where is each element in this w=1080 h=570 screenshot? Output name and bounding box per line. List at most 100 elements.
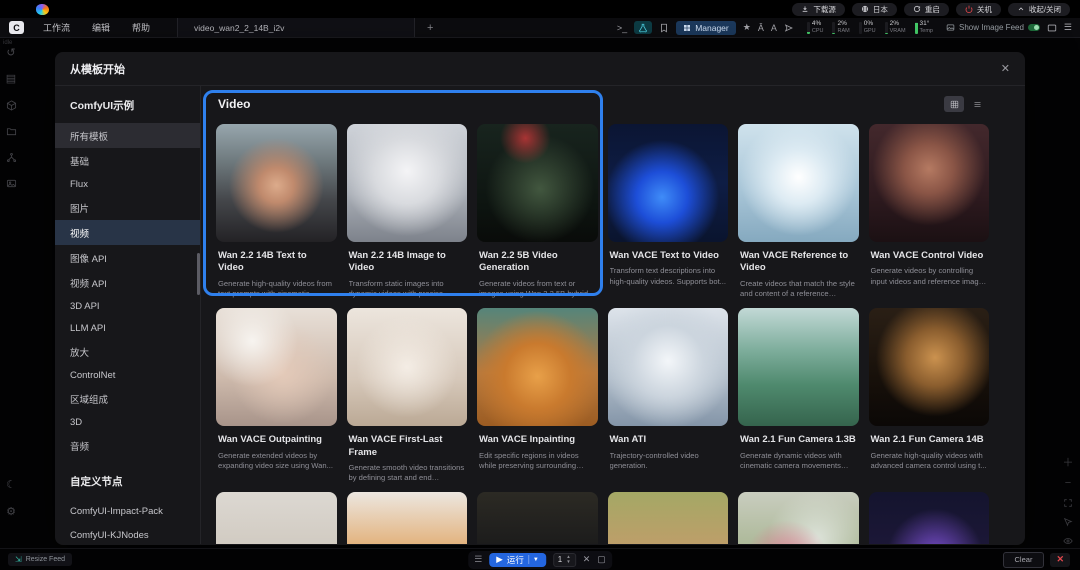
sidebar-category-item[interactable]: 图像 API (55, 245, 200, 270)
batch-count-value: 1 (557, 555, 563, 564)
template-thumbnail[interactable] (346, 492, 467, 544)
sidebar-category-item[interactable]: ComfyUI-KJNodes (55, 523, 200, 545)
template-thumbnail[interactable] (607, 124, 728, 242)
template-thumbnail[interactable] (477, 492, 598, 544)
show-image-feed-toggle[interactable]: Show Image Feed (946, 23, 1040, 32)
cancel-run-icon[interactable]: ✕ (583, 554, 591, 565)
sidebar-category-item[interactable]: ComfyUI-Impact-Pack (55, 499, 200, 523)
sidebar-category-item[interactable]: 所有模板 (55, 123, 200, 148)
template-card[interactable]: Wan VACE Inpainting Edit specific region… (477, 308, 598, 483)
template-thumbnail[interactable] (346, 124, 467, 242)
run-dropdown-icon[interactable]: ▼ (533, 557, 539, 563)
restart-button[interactable]: 重启 (903, 2, 949, 16)
run-button[interactable]: ▶ 运行 ▼ (489, 552, 546, 567)
comfyui-logo-button[interactable]: C (9, 21, 24, 34)
stop-icon[interactable]: ▢ (597, 554, 606, 565)
sidebar-category-item[interactable]: Flux (55, 173, 200, 195)
collapse-close-button[interactable]: 收起/关闭 (1007, 2, 1070, 16)
batch-count-stepper[interactable]: 1 ▲ ▼ (552, 552, 576, 567)
template-card[interactable] (477, 492, 598, 544)
template-thumbnail[interactable] (477, 308, 598, 427)
menu-help[interactable]: 帮助 (121, 21, 161, 34)
template-title: Wan ATI (609, 434, 647, 446)
template-card[interactable]: Wan 2.2 5B Video Generation Generate vid… (477, 124, 598, 299)
list-view-button[interactable] (967, 96, 987, 112)
template-card[interactable]: Wan VACE Outpainting Generate extended v… (216, 308, 337, 483)
template-description: Generate videos from text or images usin… (479, 278, 595, 298)
template-card[interactable] (216, 492, 337, 544)
sidebar-scrollbar[interactable] (197, 253, 200, 295)
template-thumbnail[interactable] (216, 124, 337, 242)
sidebar-section-header: ComfyUI示例 (70, 100, 135, 112)
template-thumbnail[interactable] (738, 308, 859, 427)
sidebar-category-item[interactable]: 视频 (55, 220, 200, 245)
queue-menu-icon[interactable]: ☰ (474, 554, 482, 565)
template-thumbnail[interactable] (868, 124, 989, 242)
share-icon[interactable] (784, 23, 794, 33)
hamburger-menu-icon[interactable]: ☰ (1064, 22, 1072, 33)
template-card[interactable]: Wan 2.1 Fun Camera 1.3B Generate dynamic… (738, 308, 859, 483)
terminal-icon[interactable]: >_ (617, 23, 627, 33)
download-source-label: 下载源 (813, 4, 836, 14)
collapse-close-label: 收起/关闭 (1028, 4, 1061, 14)
template-thumbnail[interactable] (346, 308, 467, 427)
top-bar-actions: 下载源 日本 重启 关机 收起/关闭 (792, 2, 1080, 16)
template-card[interactable]: Wan 2.2 14B Image to Video Transform sta… (346, 124, 467, 299)
menu-workflow[interactable]: 工作流 (32, 21, 81, 34)
panel-icon[interactable] (1047, 23, 1057, 33)
image-feed-switch[interactable] (1027, 24, 1040, 31)
stepper-arrows-icon[interactable]: ▲ ▼ (566, 554, 570, 565)
template-card[interactable]: Wan VACE Text to Video Transform text de… (607, 124, 728, 299)
sidebar-category-item[interactable]: 3D (55, 411, 200, 433)
grid-view-button[interactable] (944, 96, 964, 112)
language-japan-button[interactable]: 日本 (851, 2, 897, 16)
sidebar-category-item[interactable]: 3D API (55, 295, 200, 317)
template-thumbnail[interactable] (216, 492, 337, 544)
template-thumbnail[interactable] (477, 124, 598, 242)
shutdown-button[interactable]: 关机 (955, 2, 1001, 16)
font-a-icon[interactable]: Â (758, 23, 764, 33)
sidebar-category-item[interactable]: 基础 (55, 148, 200, 173)
menu-edit[interactable]: 编辑 (81, 21, 121, 34)
template-thumbnail[interactable] (607, 492, 728, 544)
close-feed-button[interactable]: ✕ (1050, 552, 1070, 567)
manager-button[interactable]: Manager (676, 20, 736, 35)
template-thumbnail[interactable] (738, 124, 859, 242)
workflow-tab[interactable]: video_wan2_2_14B_i2v (177, 18, 416, 37)
new-workflow-tab-button[interactable]: + (427, 22, 433, 34)
template-card[interactable]: Wan VACE First-Last Frame Generate smoot… (346, 308, 467, 483)
template-card[interactable]: Wan ATI Trajectory-controlled video gene… (607, 308, 728, 483)
clear-button[interactable]: Clear (1002, 551, 1045, 568)
resize-feed-button[interactable]: ⇲ Resize Feed (8, 553, 72, 566)
bookmark-icon[interactable] (659, 23, 669, 33)
template-thumbnail[interactable] (868, 308, 989, 427)
template-thumbnail[interactable] (868, 492, 989, 544)
download-source-button[interactable]: 下载源 (792, 2, 845, 16)
template-card[interactable]: Wan VACE Control Video Generate videos b… (868, 124, 989, 299)
run-play-icon: ▶ (496, 554, 503, 564)
sidebar-category-item[interactable]: ControlNet (55, 364, 200, 386)
modal-title: 从模板开始 (70, 63, 125, 76)
restart-icon (913, 5, 920, 13)
star-icon[interactable]: ★ (743, 22, 751, 33)
template-card[interactable]: Wan VACE Reference to Video Create video… (738, 124, 859, 299)
sidebar-category-item[interactable]: LLM API (55, 317, 200, 339)
template-card[interactable] (607, 492, 728, 544)
template-thumbnail[interactable] (216, 308, 337, 427)
template-card[interactable] (346, 492, 467, 544)
sidebar-category-item[interactable]: 视频 API (55, 270, 200, 295)
sidebar-category-item[interactable]: 放大 (55, 339, 200, 364)
template-thumbnail[interactable] (738, 492, 859, 544)
beta-flask-icon[interactable] (634, 21, 653, 34)
text-a-icon[interactable]: A (771, 23, 777, 33)
sidebar-category-item[interactable]: 图片 (55, 195, 200, 220)
template-card[interactable] (738, 492, 859, 544)
template-thumbnail[interactable] (607, 308, 728, 427)
template-card[interactable]: Wan 2.1 Fun Camera 14B Generate high-qua… (868, 308, 989, 483)
sidebar-category-item[interactable]: 音频 (55, 433, 200, 458)
template-card[interactable]: Wan 2.2 14B Text to Video Generate high-… (216, 124, 337, 299)
bottom-bar-right: Clear ✕ (1002, 551, 1080, 568)
close-icon[interactable]: ✕ (1001, 62, 1010, 75)
template-card[interactable] (868, 492, 989, 544)
sidebar-category-item[interactable]: 区域组成 (55, 386, 200, 411)
